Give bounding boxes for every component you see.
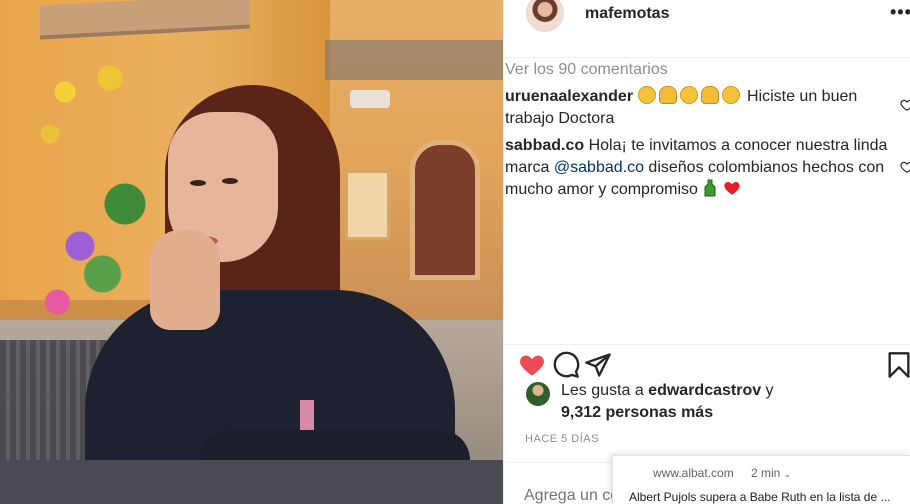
post-side-panel: mafemotas ••• Ver los 90 comentarios uru… [503,0,910,504]
red-heart-emoji-icon [724,182,740,195]
photo-door [410,140,480,280]
comment-like-heart-icon[interactable] [900,98,910,112]
bottle-emoji-icon [704,179,716,197]
liker-username[interactable]: edwardcastrov [648,382,761,399]
likes-prefix: Les gusta a [561,382,649,399]
save-bookmark-icon[interactable] [885,351,910,379]
liker-avatar[interactable] [526,382,550,406]
notification-title[interactable]: Albert Pujols supera a Babe Ruth en la l… [629,490,907,504]
like-heart-icon[interactable] [518,351,546,379]
share-paper-plane-icon[interactable] [584,351,612,379]
comment-item: uruenaalexander Hiciste un buen trabajo … [505,86,895,130]
comment-mention-link[interactable]: @sabbad.co [554,159,644,176]
post-username[interactable]: mafemotas [585,5,669,23]
actions-divider [504,344,910,345]
notification-time: 2 min ⌄ [751,466,791,480]
comment-username[interactable]: uruenaalexander [505,88,633,105]
photo-flowers [20,50,170,330]
comment-like-heart-icon[interactable] [900,160,910,174]
photo-window [345,170,390,240]
photo-table [0,460,503,504]
notification-time-text: 2 min [751,466,781,480]
more-options-icon[interactable]: ••• [890,2,910,23]
photo-hand [150,230,220,330]
user-avatar[interactable] [526,0,564,32]
comment-bubble-icon[interactable] [552,351,580,379]
likes-suffix: y [761,382,774,399]
photo-awning [325,40,503,80]
photo-eye-left [190,180,206,186]
post-action-bar [518,351,910,379]
comment-item: sabbad.co Hola¡ te invitamos a conocer n… [505,135,895,201]
likes-text: Les gusta a edwardcastrov y 9,312 person… [561,380,901,424]
clap-emoji-icon [637,86,747,105]
post-header: mafemotas ••• [504,0,910,58]
likes-count[interactable]: 9,312 personas más [561,404,713,421]
post-date[interactable]: HACE 5 DÍAS [525,433,599,445]
notification-source: www.albat.com [653,466,734,480]
news-notification-popup[interactable]: www.albat.com 2 min ⌄ Albert Pujols supe… [612,455,910,504]
photo-lamp [350,90,390,108]
comment-username[interactable]: sabbad.co [505,137,584,154]
photo-eye-right [222,178,238,184]
view-all-comments-link[interactable]: Ver los 90 comentarios [505,61,668,79]
chevron-down-icon[interactable]: ⌄ [784,469,792,479]
post-photo[interactable] [0,0,503,504]
